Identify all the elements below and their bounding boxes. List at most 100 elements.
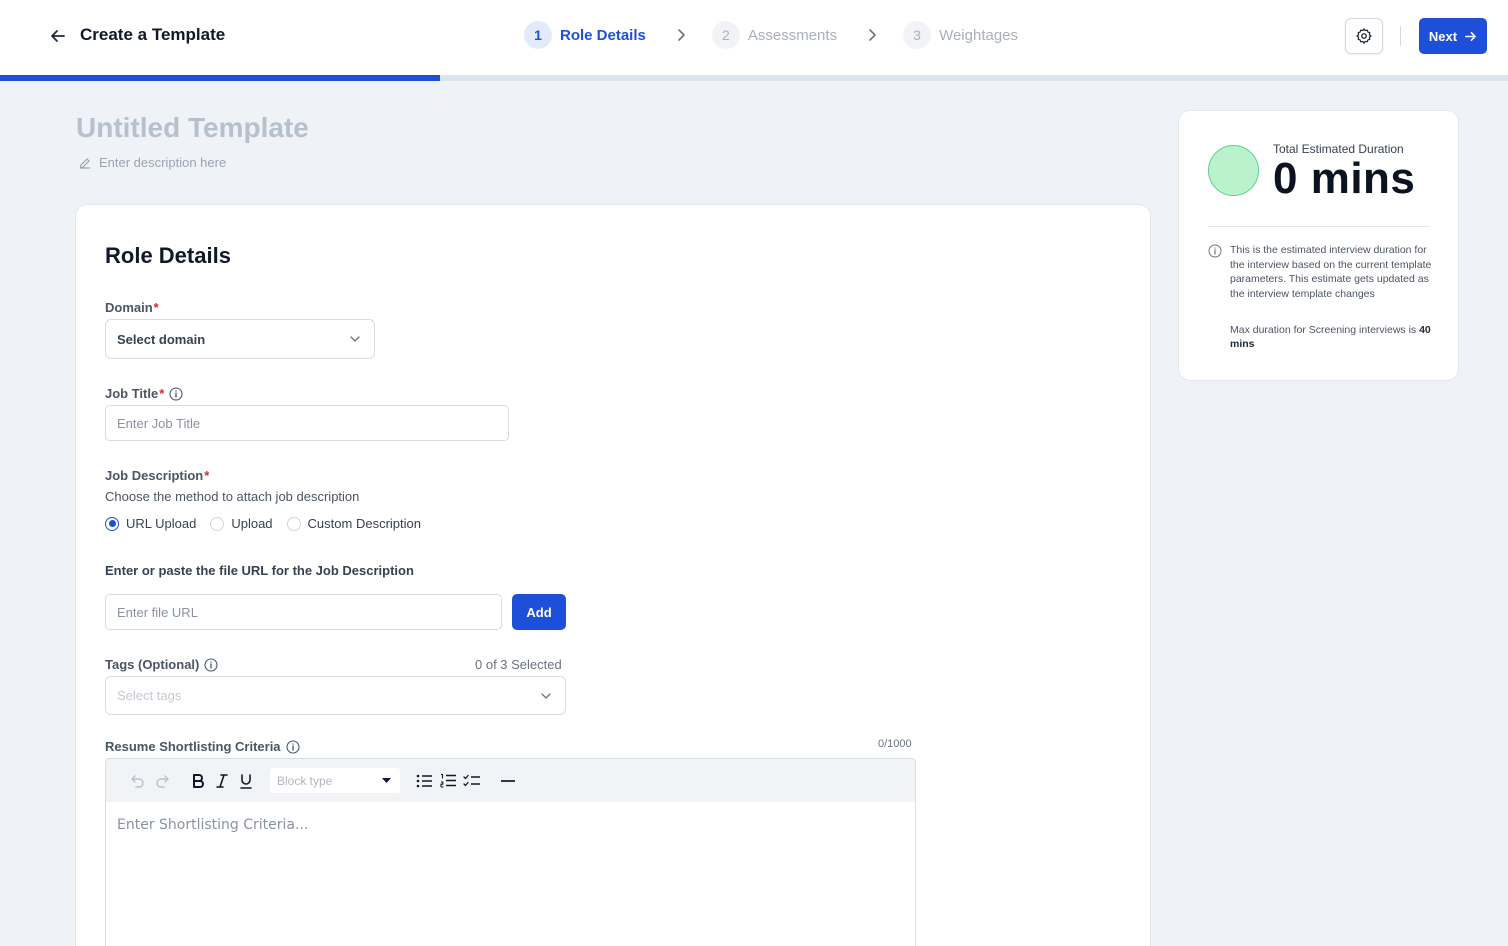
domain-select[interactable]: Select domain	[105, 319, 375, 359]
criteria-counter: 0/1000	[878, 738, 912, 750]
progress-fill	[0, 75, 441, 81]
back-button[interactable]	[46, 24, 70, 48]
max-duration-note: Max duration for Screening interviews is…	[1230, 323, 1435, 351]
horizontal-rule-button[interactable]	[496, 769, 520, 793]
block-type-select[interactable]: Block type	[270, 768, 400, 793]
info-icon[interactable]	[169, 386, 183, 401]
step-assessments[interactable]: 2 Assessments	[711, 21, 838, 49]
next-label: Next	[1428, 28, 1458, 44]
add-url-button[interactable]: Add	[512, 594, 566, 630]
stepper: 1 Role Details 2 Assessments 3 Weightage…	[524, 21, 1018, 49]
numbered-list-button[interactable]	[436, 769, 460, 793]
duration-card: Total Estimated Duration 0 mins This is …	[1178, 110, 1459, 381]
url-prompt: Enter or paste the file URL for the Job …	[105, 563, 414, 578]
domain-select-value: Select domain	[117, 331, 206, 347]
radio-label: Custom Description	[307, 516, 421, 531]
radio-upload[interactable]: Upload	[210, 516, 273, 531]
settings-button[interactable]	[1345, 18, 1383, 54]
job-description-label-text: Job Description	[105, 468, 204, 483]
criteria-editor: Block type Enter Shortlisting Criteria..…	[105, 758, 916, 946]
file-url-input[interactable]	[105, 594, 502, 630]
radio-circle	[105, 516, 119, 531]
horizontal-rule-icon	[501, 779, 515, 782]
pencil-icon	[79, 157, 90, 169]
job-title-label: Job Title *	[105, 386, 183, 401]
undo-button[interactable]	[126, 769, 150, 793]
numbered-list-icon	[439, 773, 456, 788]
progress-bar	[0, 75, 1508, 81]
redo-icon	[156, 774, 169, 788]
radio-custom-description[interactable]: Custom Description	[286, 516, 421, 531]
bold-button[interactable]	[186, 769, 210, 793]
step-number: 2	[711, 21, 740, 49]
caret-down-icon	[382, 778, 391, 783]
duration-note: This is the estimated interview duration…	[1230, 244, 1432, 300]
job-description-label: Job Description *	[105, 468, 209, 483]
step-weightages[interactable]: 3 Weightages	[903, 21, 1018, 49]
chevron-down-icon	[350, 336, 360, 342]
radio-url-upload[interactable]: URL Upload	[105, 516, 196, 531]
arrow-left-icon	[51, 30, 65, 42]
radio-label: URL Upload	[126, 516, 197, 531]
checklist-icon	[463, 774, 480, 786]
step-label: Assessments	[747, 26, 838, 44]
info-icon[interactable]	[285, 739, 300, 754]
underline-button[interactable]	[234, 769, 258, 793]
bullet-list-button[interactable]	[412, 769, 436, 793]
step-number: 1	[524, 21, 552, 49]
criteria-label-text: Resume Shortlisting Criteria	[105, 739, 281, 754]
redo-button[interactable]	[150, 769, 174, 793]
editor-toolbar: Block type	[106, 759, 915, 802]
step-number: 3	[903, 21, 932, 49]
job-description-method: URL Upload Upload Custom Description	[105, 516, 435, 531]
section-title: Role Details	[105, 243, 231, 268]
step-label: Weightages	[939, 26, 1019, 44]
radio-circle	[286, 516, 301, 531]
tags-label: Tags (Optional)	[105, 657, 218, 672]
template-description[interactable]: Enter description here	[78, 155, 226, 170]
max-duration-prefix: Max duration for Screening interviews is	[1230, 324, 1420, 336]
bold-icon	[193, 773, 204, 788]
italic-button[interactable]	[210, 769, 234, 793]
duration-value: 0 mins	[1273, 154, 1416, 203]
role-details-card: Role Details Domain * Select domain Job T…	[75, 204, 1151, 946]
criteria-placeholder[interactable]: Enter Shortlisting Criteria...	[117, 817, 308, 833]
required-mark: *	[153, 300, 159, 315]
tags-placeholder: Select tags	[117, 688, 182, 703]
chevron-right-icon	[867, 28, 877, 42]
underline-icon	[240, 773, 252, 789]
radio-circle	[210, 516, 225, 531]
tags-select[interactable]: Select tags	[105, 676, 566, 715]
undo-icon	[131, 774, 144, 788]
divider	[1400, 26, 1401, 46]
page-title: Create a Template	[80, 25, 226, 44]
block-type-label: Block type	[277, 773, 333, 788]
divider	[1208, 226, 1430, 227]
info-icon[interactable]	[204, 657, 218, 672]
job-title-input[interactable]	[105, 405, 509, 441]
step-label: Role Details	[560, 26, 646, 44]
next-button[interactable]: Next	[1419, 18, 1487, 54]
criteria-label: Resume Shortlisting Criteria	[105, 739, 300, 754]
arrow-right-icon	[1465, 31, 1477, 41]
required-mark: *	[159, 386, 165, 401]
info-icon	[1208, 244, 1222, 263]
bullet-list-icon	[416, 774, 432, 787]
chevron-down-icon	[541, 692, 551, 699]
required-mark: *	[204, 468, 210, 483]
domain-label-text: Domain	[105, 300, 153, 315]
domain-label: Domain *	[105, 300, 159, 315]
checklist-button[interactable]	[460, 769, 484, 793]
radio-label: Upload	[231, 516, 273, 531]
italic-icon	[216, 773, 228, 788]
gear-icon	[1356, 28, 1372, 44]
top-bar: Create a Template 1 Role Details 2 Asses…	[0, 0, 1508, 75]
job-description-help: Choose the method to attach job descript…	[105, 489, 360, 504]
template-title[interactable]: Untitled Template	[76, 112, 309, 144]
description-placeholder: Enter description here	[99, 155, 227, 170]
tags-label-text: Tags (Optional)	[105, 657, 200, 672]
chevron-right-icon	[676, 28, 686, 42]
job-title-label-text: Job Title	[105, 386, 159, 401]
tags-counter: 0 of 3 Selected	[475, 657, 562, 672]
step-role-details[interactable]: 1 Role Details	[524, 21, 646, 49]
